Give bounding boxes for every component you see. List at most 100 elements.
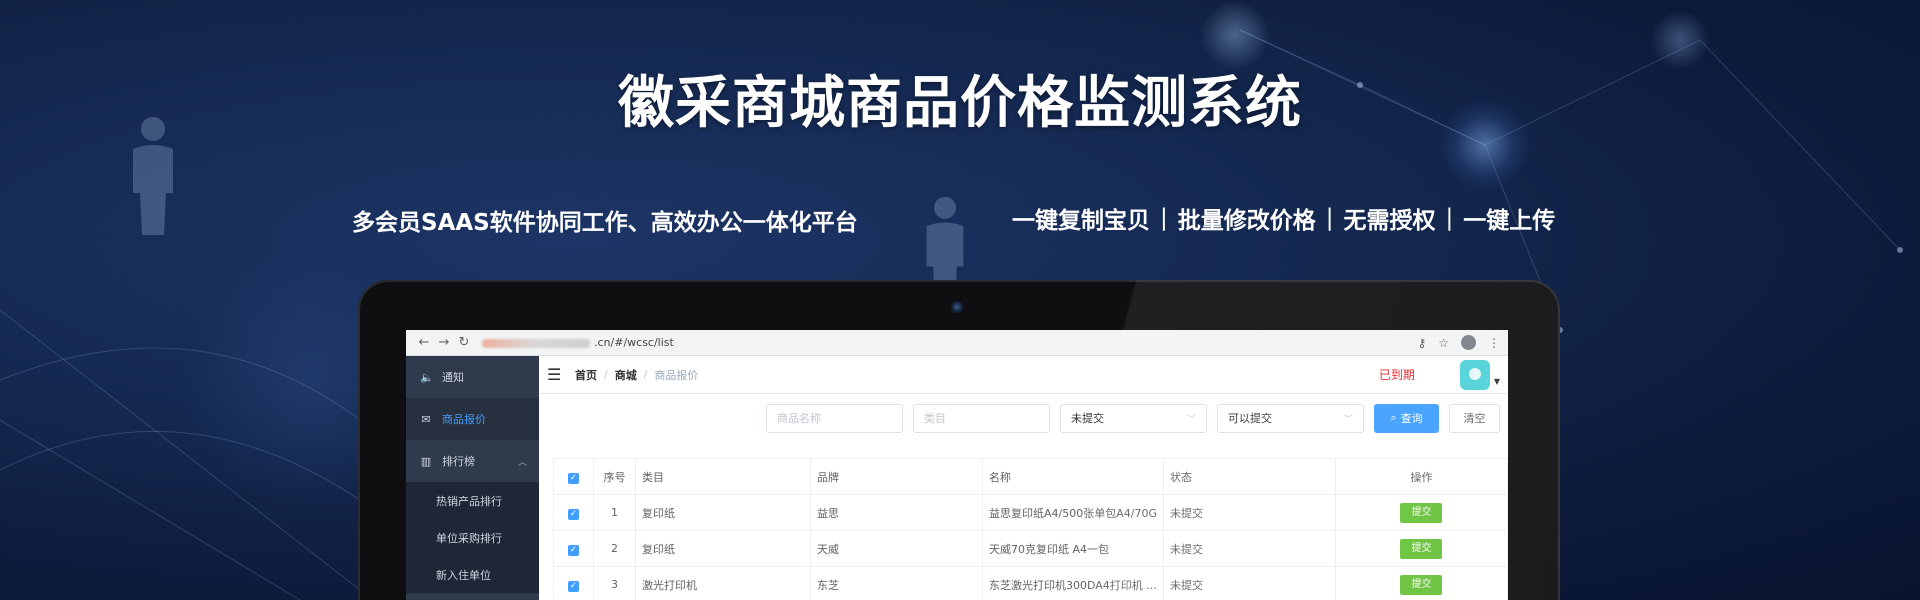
laptop-screen: ← → ↻ .cn/#/wcsc/list ⚷ ☆ ⋮ 🔈 通知 ✉ 商品报价 …: [406, 330, 1508, 600]
cell-name: 天威70克复印纸 A4一包: [982, 530, 1164, 567]
breadcrumb-home[interactable]: 首页: [575, 367, 597, 383]
submit-status-select[interactable]: 未提交 ﹀: [1060, 403, 1207, 433]
feature-separator: |: [1160, 205, 1168, 231]
search-icon: ⌕: [1390, 411, 1397, 424]
webcam: [951, 301, 963, 313]
forward-icon[interactable]: →: [434, 335, 454, 350]
sidebar-subitem-new-units[interactable]: 新入住单位: [406, 556, 539, 593]
reload-icon[interactable]: ↻: [454, 335, 474, 350]
sidebar-item-rankings[interactable]: ▥ 排行榜 ︿: [406, 440, 539, 482]
hamburger-menu-icon[interactable]: ☰: [547, 365, 569, 384]
cell-name: 益思复印纸A4/500张单包A4/70G: [982, 494, 1164, 531]
sidebar-subitem-hot-products[interactable]: 热销产品排行: [406, 482, 539, 519]
sidebar-item-notifications[interactable]: 🔈 通知: [406, 356, 539, 398]
cell-action: 提交: [1334, 494, 1508, 531]
row-checkbox[interactable]: ✓: [568, 508, 579, 520]
topbar: ☰ 首页 / 商城 / 商品报价 已到期 ▼: [539, 356, 1508, 394]
mail-icon: ✉: [421, 412, 431, 426]
select-value: 未提交: [1071, 412, 1104, 425]
column-header: 序号: [593, 458, 636, 495]
row-select-cell: ✓: [553, 530, 594, 567]
submit-button[interactable]: 提交: [1400, 502, 1443, 523]
browser-toolbar: ← → ↻ .cn/#/wcsc/list ⚷ ☆ ⋮: [406, 330, 1508, 356]
product-table: ✓ 序号 类目 品牌 名称 状态 操作 ✓ 1 复印纸 益思 益思复印纸A4/5…: [553, 458, 1508, 600]
sidebar-subitem-unit-purchases[interactable]: 单位采购排行: [406, 519, 539, 556]
table-row: ✓ 2 复印纸 天威 天威70克复印纸 A4一包 未提交 提交: [553, 530, 1508, 567]
key-icon[interactable]: ⚷: [1417, 336, 1426, 350]
breadcrumb-current: 商品报价: [654, 368, 699, 382]
cell-status: 未提交: [1162, 566, 1336, 600]
cell-brand: 益思: [810, 494, 983, 531]
cell-no: 2: [593, 530, 636, 567]
breadcrumb-mall[interactable]: 商城: [615, 367, 637, 383]
select-value: 可以提交: [1228, 412, 1272, 425]
laptop-frame: ← → ↻ .cn/#/wcsc/list ⚷ ☆ ⋮ 🔈 通知 ✉ 商品报价 …: [358, 280, 1560, 600]
column-header: 名称: [982, 458, 1164, 495]
caret-down-icon[interactable]: ▼: [1494, 377, 1500, 386]
main-content: ☰ 首页 / 商城 / 商品报价 已到期 ▼ 商品名称 类目 未提交 ﹀ 可以提…: [539, 356, 1508, 600]
page-title: 徽采商城商品价格监测系统: [618, 71, 1302, 136]
sidebar-item-label: 通知: [442, 371, 464, 384]
feature-item: 无需授权: [1343, 208, 1436, 234]
cell-no: 3: [593, 566, 636, 600]
filter-bar: 商品名称 类目 未提交 ﹀ 可以提交 ﹀ ⌕ 查询 清空: [539, 394, 1508, 442]
profile-avatar-icon[interactable]: [1461, 335, 1476, 350]
submittable-select[interactable]: 可以提交 ﹀: [1217, 403, 1364, 433]
feature-item: 一键上传: [1463, 208, 1556, 234]
query-button[interactable]: ⌕ 查询: [1374, 403, 1439, 433]
cell-category: 复印纸: [635, 494, 811, 531]
product-name-input[interactable]: 商品名称: [766, 403, 903, 433]
category-input[interactable]: 类目: [913, 403, 1050, 433]
cell-status: 未提交: [1162, 530, 1336, 567]
select-all-cell: ✓: [553, 458, 594, 495]
table-row: ✓ 3 激光打印机 东芝 东芝激光打印机300DA4打印机 ... 未提交 提交: [553, 566, 1508, 600]
clear-button[interactable]: 清空: [1449, 403, 1500, 433]
cell-no: 1: [593, 494, 636, 531]
row-checkbox[interactable]: ✓: [568, 544, 579, 556]
sidebar: 🔈 通知 ✉ 商品报价 ▥ 排行榜 ︿ 热销产品排行 单位采购排行 新入住单位: [406, 356, 539, 600]
browser-actions: ⚷ ☆ ⋮: [1417, 335, 1500, 350]
query-button-label: 查询: [1400, 412, 1423, 425]
cell-brand: 天威: [810, 530, 983, 567]
select-all-checkbox[interactable]: ✓: [568, 472, 579, 484]
feature-list: 一键复制宝贝 | 批量修改价格 | 无需授权 | 一键上传: [1012, 201, 1555, 235]
column-header: 品牌: [810, 458, 983, 495]
sidebar-item-product-quotes[interactable]: ✉ 商品报价: [406, 398, 539, 440]
back-icon[interactable]: ←: [414, 335, 434, 350]
url-text: .cn/#/wcsc/list: [594, 336, 674, 349]
feature-item: 批量修改价格: [1177, 208, 1316, 234]
column-header: 操作: [1334, 458, 1508, 495]
chevron-down-icon: ﹀: [1343, 414, 1353, 425]
address-bar[interactable]: .cn/#/wcsc/list: [482, 336, 674, 349]
feature-separator: |: [1325, 205, 1334, 231]
tagline: 多会员SAAS软件协同工作、高效办公一体化平台: [352, 210, 858, 236]
star-icon[interactable]: ☆: [1438, 336, 1449, 350]
app-layout: 🔈 通知 ✉ 商品报价 ▥ 排行榜 ︿ 热销产品排行 单位采购排行 新入住单位: [406, 356, 1508, 600]
table-row: ✓ 1 复印纸 益思 益思复印纸A4/500张单包A4/70G 未提交 提交: [553, 494, 1508, 531]
submit-button[interactable]: 提交: [1400, 538, 1443, 559]
cell-category: 激光打印机: [635, 566, 811, 600]
avatar[interactable]: [1459, 359, 1490, 390]
column-header: 状态: [1162, 458, 1336, 495]
breadcrumb-separator: /: [604, 368, 608, 381]
breadcrumb: 首页 / 商城 / 商品报价: [575, 367, 698, 383]
cell-action: 提交: [1334, 530, 1508, 567]
column-header: 类目: [635, 458, 811, 495]
blurred-domain: [482, 338, 590, 348]
breadcrumb-separator: /: [643, 368, 648, 381]
cell-action: 提交: [1334, 566, 1508, 600]
feature-item: 一键复制宝贝: [1012, 208, 1150, 234]
sidebar-item-label: 排行榜: [442, 455, 475, 468]
cell-category: 复印纸: [635, 530, 811, 567]
submit-button[interactable]: 提交: [1400, 574, 1443, 595]
speaker-icon: 🔈: [420, 370, 434, 384]
bar-chart-icon: ▥: [420, 454, 432, 468]
status-badge: 已到期: [1378, 368, 1415, 382]
feature-separator: |: [1445, 205, 1454, 231]
browser-menu-icon[interactable]: ⋮: [1488, 336, 1500, 350]
row-select-cell: ✓: [553, 494, 594, 531]
sidebar-item-label: 商品报价: [442, 413, 486, 426]
row-checkbox[interactable]: ✓: [568, 580, 579, 592]
cell-status: 未提交: [1162, 494, 1336, 531]
chevron-down-icon: ﹀: [1186, 414, 1196, 425]
